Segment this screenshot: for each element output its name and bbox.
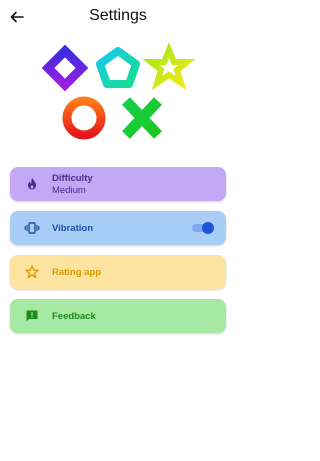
vibration-setting[interactable]: Vibration (10, 211, 226, 245)
top-app-bar: Settings (0, 0, 236, 34)
toggle-thumb (202, 222, 214, 234)
flame-icon (28, 178, 36, 190)
app-logo (41, 42, 196, 140)
page-title: Settings (89, 7, 147, 24)
diamond-shape (41, 44, 89, 92)
rating-app-setting[interactable]: Rating app (10, 255, 226, 289)
pentagon-shape (96, 47, 140, 88)
cross-shape (121, 97, 163, 139)
difficulty-label: Difficulty (52, 173, 93, 184)
vibration-label: Vibration (52, 223, 93, 234)
vibrate-icon (24, 222, 40, 234)
vibration-toggle[interactable] (192, 222, 214, 234)
feedback-label: Feedback (52, 311, 96, 322)
star-shape (142, 42, 196, 91)
feedback-icon (26, 310, 38, 322)
rating-app-label: Rating app (52, 267, 102, 278)
ring-shape (62, 96, 106, 140)
difficulty-setting[interactable]: Difficulty Medium (10, 167, 226, 201)
difficulty-value: Medium (52, 185, 86, 196)
star-icon (25, 265, 39, 279)
feedback-setting[interactable]: Feedback (10, 299, 226, 333)
